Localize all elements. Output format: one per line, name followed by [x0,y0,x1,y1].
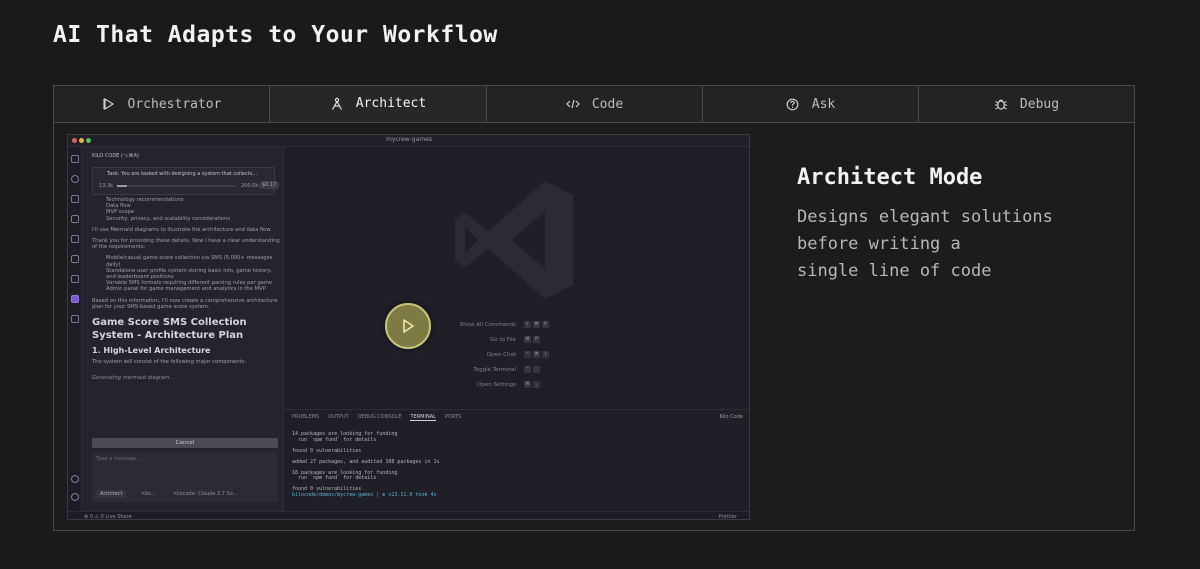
modes-panel: Orchestrator Architect Code Ask Debug my… [53,85,1135,531]
tab-debug-console[interactable]: DEBUG CONSOLE [358,414,402,421]
list-item: Admin panel for game management and anal… [106,286,266,293]
page-title: AI That Adapts to Your Workflow [53,22,498,48]
tab-label: Ask [811,96,836,112]
play-icon [403,319,414,333]
mode-title: Architect Mode [797,165,983,190]
model-select[interactable]: kilocode: Claude 3.7 So... [174,491,237,497]
extensions-icon [71,255,79,263]
tab-ports[interactable]: PORTS [445,414,461,421]
status-text: Generating mermaid diagram... [92,375,175,382]
tab-label: Debug [1019,96,1060,112]
tab-ask[interactable]: Ask [703,86,919,122]
task-cost: $0.17 [259,181,280,189]
message-input[interactable]: Type a message... Architect kilo... kilo… [92,452,278,502]
tokens-max: 200.0k [241,183,259,189]
list-item: Mobile/casual game score collection via … [106,255,273,268]
search-icon [71,175,79,183]
chat-log: Technology recommendations Data flow MVP… [92,197,282,382]
chat-paragraph: I'll use Mermaid diagrams to illustrate … [92,226,272,233]
tab-output[interactable]: OUTPUT [328,414,348,421]
panel-title: KILO CODE (⌥⌘A) [92,153,139,159]
tab-orchestrator[interactable]: Orchestrator [54,86,270,122]
shortcut-row: Go to File ⌘ P [434,332,551,347]
editor-area: Show All Commands ⇧ ⌘ P Go to File ⌘ P Open… [284,147,749,409]
tokens-in: 13.3k [99,183,114,189]
mode-description: Designs elegant solutions before writing… [797,204,1097,285]
task-box: Task: You are tasked with designing a sy… [92,167,280,195]
maximize-dot [86,138,91,143]
shortcut-row: Toggle Terminal ^ ` [434,362,551,377]
shortcut-list: Show All Commands ⇧ ⌘ P Go to File ⌘ P Open… [434,317,551,392]
mode-select[interactable]: Architect [96,490,127,498]
terminal-tabs: PROBLEMS OUTPUT DEBUG CONSOLE TERMINAL P… [292,414,461,421]
terminal-line: added 27 packages, and audited 108 packa… [292,458,440,465]
tab-terminal[interactable]: TERMINAL [410,414,436,421]
minimize-dot [79,138,84,143]
tab-label: Orchestrator [127,96,222,112]
settings-gear-icon [71,493,79,501]
account-icon [71,475,79,483]
kilo-code-icon [71,295,79,303]
tab-code[interactable]: Code [487,86,703,122]
deploy-icon [71,315,79,323]
close-dot [72,138,77,143]
list-item: Standalone user profile system storing b… [106,267,273,281]
terminal-panel: PROBLEMS OUTPUT DEBUG CONSOLE TERMINAL P… [284,409,749,511]
run-debug-icon [71,215,79,223]
chat-paragraph: Based on this information, I'll now crea… [92,297,278,310]
bug-icon [994,97,1008,111]
tab-problems[interactable]: PROBLEMS [292,414,319,421]
tab-architect[interactable]: Architect [270,86,487,122]
description-line: single line of code [797,261,992,281]
remote-icon [71,235,79,243]
shortcut-row: Show All Commands ⇧ ⌘ P [434,317,551,332]
tab-label: Architect [355,96,427,111]
demo-video[interactable]: mycrew-games KILO CODE (⌥⌘A) Task: You a… [67,134,750,520]
shortcut-row: Open Chat ^ ⌘ I [434,347,551,362]
activity-bar [68,147,82,511]
terminal-profile[interactable]: Kilo Code [719,414,743,420]
cancel-button[interactable]: Cancel [92,438,278,448]
explorer-icon [71,155,79,163]
profile-select[interactable]: kilo... [142,491,155,497]
status-left[interactable]: ⊗ 0 ⚠ 0 Live Share [84,514,132,519]
tab-debug[interactable]: Debug [919,86,1134,122]
compass-icon [330,97,344,111]
chat-paragraph: Thank you for providing these details. N… [92,238,280,251]
play-button[interactable] [385,303,431,349]
context-progress-bar [117,185,237,187]
vscode-logo-icon [455,181,573,299]
plan-subheading: 1. High-Level Architecture [92,346,211,356]
description-line: Designs elegant solutions [797,207,1053,227]
code-brackets-icon [565,97,580,111]
task-text: Task: You are tasked with designing a sy… [107,171,258,177]
status-bar: ⊗ 0 ⚠ 0 Live Share Prettier [68,511,749,519]
mode-tabs: Orchestrator Architect Code Ask Debug [54,86,1134,123]
question-circle-icon [786,97,800,111]
kilo-code-panel: KILO CODE (⌥⌘A) Task: You are tasked wit… [82,147,284,511]
terminal-prompt: kilocode/demos/mycrew-games | ⊕ v23.11.0… [292,491,437,498]
source-control-icon [71,195,79,203]
tab-label: Code [591,96,624,112]
status-right[interactable]: Prettier [719,514,737,519]
github-icon [71,275,79,283]
plan-heading: Game Score SMS Collection System - Archi… [92,317,247,342]
shortcut-row: Open Settings ⌘, [434,377,551,392]
play-triangle-icon [102,97,116,111]
window-titlebar: mycrew-games [68,135,749,147]
window-title: mycrew-games [386,136,432,143]
description-line: before writing a [797,234,961,254]
terminal-output: 14 packages are looking for funding run … [292,431,440,498]
message-placeholder: Type a message... [96,456,141,462]
